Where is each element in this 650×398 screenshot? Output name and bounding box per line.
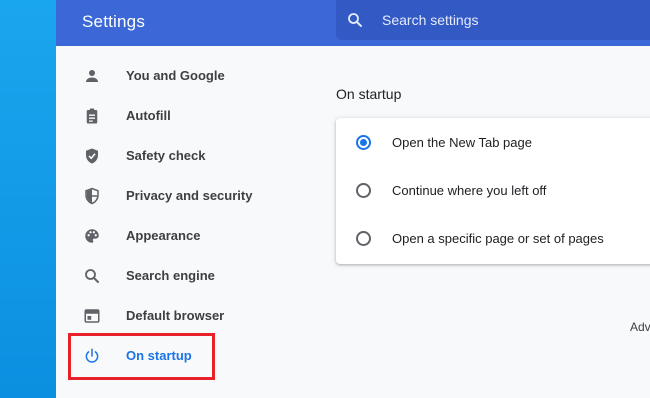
search-icon — [346, 11, 364, 29]
sidebar-item-label: Search engine — [126, 268, 215, 283]
person-icon — [82, 66, 102, 86]
option-open-specific-pages[interactable]: Open a specific page or set of pages — [336, 214, 650, 262]
section-title: On startup — [336, 86, 402, 102]
browser-window-icon — [82, 306, 102, 326]
sidebar-item-label: Appearance — [126, 228, 201, 243]
advanced-link[interactable]: Adv — [630, 320, 650, 334]
option-label: Continue where you left off — [392, 183, 547, 198]
radio-button[interactable] — [356, 135, 371, 150]
sidebar-item-on-startup[interactable]: On startup — [56, 336, 318, 376]
sidebar-item-you-and-google[interactable]: You and Google — [56, 56, 318, 96]
option-label: Open a specific page or set of pages — [392, 231, 604, 246]
desktop-background — [0, 0, 56, 398]
palette-icon — [82, 226, 102, 246]
sidebar-item-autofill[interactable]: Autofill — [56, 96, 318, 136]
clipboard-icon — [82, 106, 102, 126]
startup-options-card: Open the New Tab page Continue where you… — [336, 118, 650, 264]
settings-header: Settings — [56, 0, 650, 46]
sidebar-item-appearance[interactable]: Appearance — [56, 216, 318, 256]
shield-check-icon — [82, 146, 102, 166]
power-icon — [82, 346, 102, 366]
shield-half-icon — [82, 186, 102, 206]
sidebar-item-label: Privacy and security — [126, 188, 253, 203]
sidebar-item-label: On startup — [126, 348, 192, 363]
option-continue-where-left-off[interactable]: Continue where you left off — [336, 166, 650, 214]
option-label: Open the New Tab page — [392, 135, 532, 150]
settings-window: Settings You and Google Autofill Safet — [56, 0, 650, 398]
sidebar-item-label: You and Google — [126, 68, 225, 83]
settings-sidebar: You and Google Autofill Safety check Pri… — [56, 46, 318, 398]
page-title: Settings — [82, 12, 146, 31]
sidebar-item-safety-check[interactable]: Safety check — [56, 136, 318, 176]
sidebar-item-label: Safety check — [126, 148, 206, 163]
option-open-new-tab[interactable]: Open the New Tab page — [336, 118, 650, 166]
search-input[interactable] — [382, 0, 632, 40]
sidebar-item-default-browser[interactable]: Default browser — [56, 296, 318, 336]
search-icon — [82, 266, 102, 286]
radio-button[interactable] — [356, 183, 371, 198]
sidebar-item-label: Autofill — [126, 108, 171, 123]
settings-main: On startup Open the New Tab page Continu… — [318, 46, 650, 398]
search-bar[interactable] — [336, 0, 650, 40]
radio-button[interactable] — [356, 231, 371, 246]
sidebar-item-label: Default browser — [126, 308, 225, 323]
sidebar-item-privacy-and-security[interactable]: Privacy and security — [56, 176, 318, 216]
sidebar-item-search-engine[interactable]: Search engine — [56, 256, 318, 296]
